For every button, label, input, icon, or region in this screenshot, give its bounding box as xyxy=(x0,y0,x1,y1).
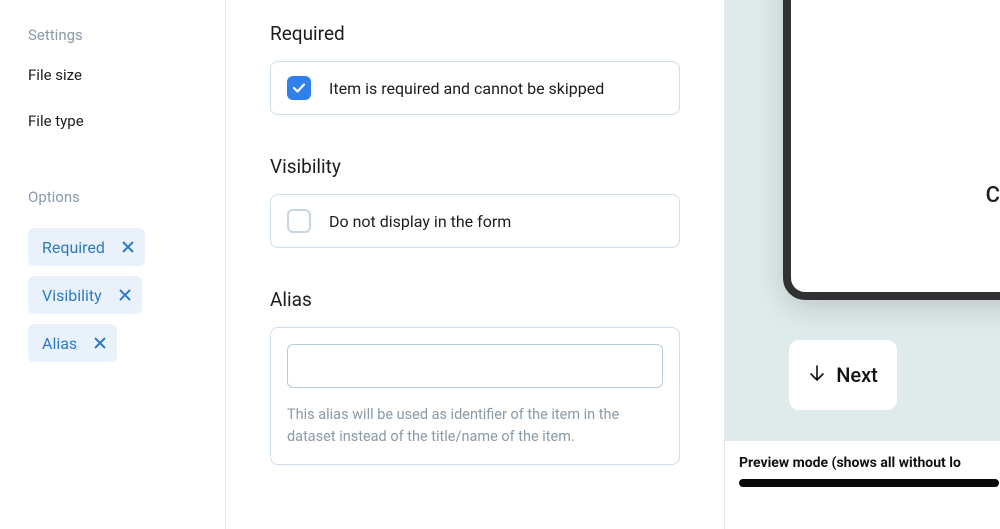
option-chip-label: Alias xyxy=(42,334,77,353)
progress-bar[interactable] xyxy=(739,479,999,487)
option-chip-label: Required xyxy=(42,238,105,257)
preview-footer: Preview mode (shows all without lo xyxy=(725,440,1000,529)
sidebar-item-file-type[interactable]: File type xyxy=(28,112,203,130)
option-chip-visibility[interactable]: Visibility xyxy=(28,276,142,314)
form-column: Required Item is required and cannot be … xyxy=(225,0,725,529)
truncated-text: C xyxy=(986,183,1000,208)
preview-mode-label: Preview mode (shows all without lo xyxy=(739,455,1000,471)
section-title-visibility: Visibility xyxy=(270,155,680,178)
alias-option-box: This alias will be used as identifier of… xyxy=(270,327,680,465)
options-heading: Options xyxy=(28,188,203,206)
visibility-option-box: Do not display in the form xyxy=(270,194,680,248)
settings-heading: Settings xyxy=(28,26,203,44)
section-title-required: Required xyxy=(270,22,680,45)
option-chip-label: Visibility xyxy=(42,286,102,305)
close-icon[interactable] xyxy=(118,288,132,302)
alias-help-text: This alias will be used as identifier of… xyxy=(287,404,663,448)
next-button[interactable]: Next xyxy=(789,340,897,410)
alias-input[interactable] xyxy=(287,344,663,388)
required-label: Item is required and cannot be skipped xyxy=(329,79,604,98)
required-checkbox[interactable] xyxy=(287,76,311,100)
visibility-label: Do not display in the form xyxy=(329,212,511,231)
option-chip-alias[interactable]: Alias xyxy=(28,324,117,362)
close-icon[interactable] xyxy=(93,336,107,350)
device-frame xyxy=(783,0,1000,300)
option-chip-required[interactable]: Required xyxy=(28,228,145,266)
arrow-down-icon xyxy=(808,363,826,387)
close-icon[interactable] xyxy=(121,240,135,254)
section-title-alias: Alias xyxy=(270,288,680,311)
sidebar-item-file-size[interactable]: File size xyxy=(28,66,203,84)
required-option-box: Item is required and cannot be skipped xyxy=(270,61,680,115)
sidebar: Settings File size File type Options Req… xyxy=(0,0,225,529)
visibility-checkbox[interactable] xyxy=(287,209,311,233)
next-button-label: Next xyxy=(836,363,878,387)
